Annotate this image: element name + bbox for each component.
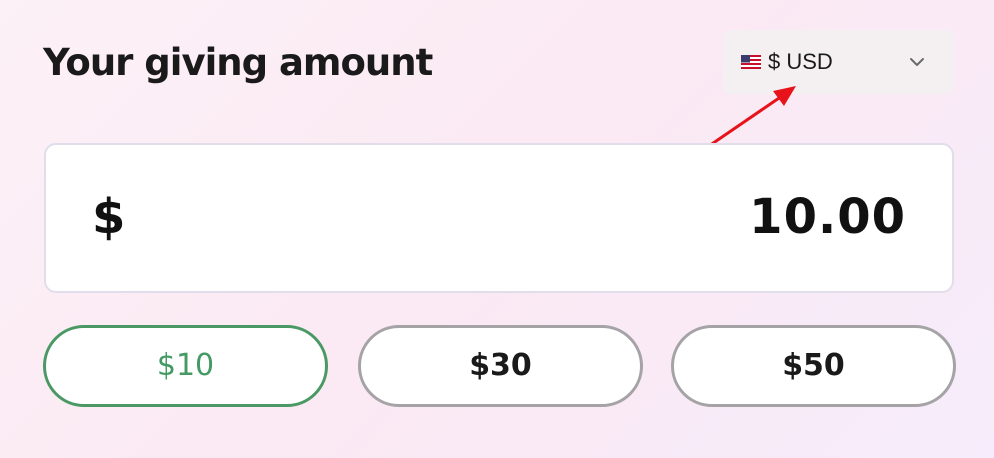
amount-input[interactable]: $ 10.00 [44, 143, 954, 293]
page-title: Your giving amount [43, 41, 433, 84]
preset-amount-button-30[interactable]: $30 [358, 325, 643, 407]
us-flag-icon [741, 55, 761, 69]
currency-select[interactable]: $ USD [723, 30, 954, 94]
chevron-down-icon [910, 58, 924, 66]
preset-amount-button-10[interactable]: $10 [43, 325, 328, 407]
currency-label: $ USD [768, 49, 833, 74]
amount-value: 10.00 [749, 189, 906, 245]
preset-amount-button-50[interactable]: $50 [671, 325, 956, 407]
currency-symbol: $ [92, 189, 126, 245]
